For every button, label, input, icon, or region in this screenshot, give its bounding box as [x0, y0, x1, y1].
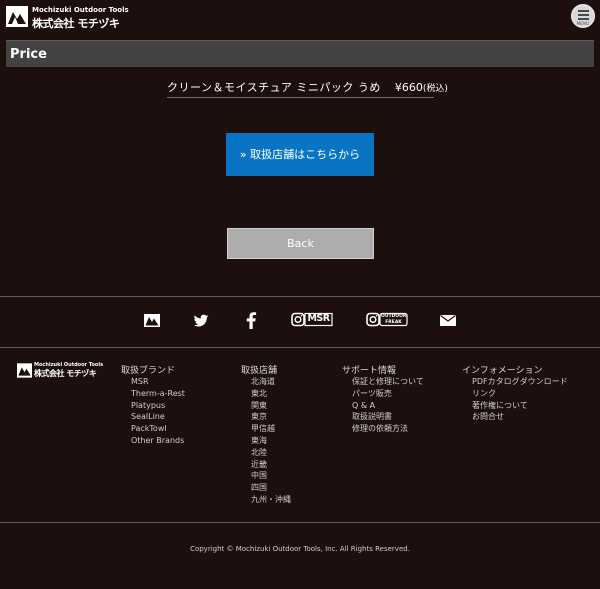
footer-link-hokuriku[interactable]: 北陸 [251, 447, 291, 459]
footer-link-kanto[interactable]: 関東 [251, 400, 291, 412]
footer-link-qa[interactable]: Q & A [352, 400, 424, 412]
logo-japanese-text: 株式会社 モチヅキ [32, 17, 120, 30]
footer-link-koshinetsu[interactable]: 甲信越 [251, 423, 291, 435]
menu-label: MENU [576, 21, 590, 26]
footer-link-tokyo[interactable]: 東京 [251, 411, 291, 423]
mail-icon[interactable] [440, 312, 456, 329]
tax-note: (税込) [422, 84, 448, 94]
msr-label: MSR [307, 313, 330, 324]
twitter-icon[interactable] [193, 312, 209, 329]
copyright-text: Copyright © Mochizuki Outdoor Tools, Inc… [190, 545, 410, 553]
find-stores-button[interactable]: » 取扱店舗はこちらから [226, 133, 374, 176]
facebook-icon[interactable] [245, 312, 257, 329]
footer-link-manuals[interactable]: 取扱説明書 [352, 411, 424, 423]
mountain-logo-icon [17, 363, 32, 378]
footer-link-pdf-catalog[interactable]: PDFカタログダウンロード [472, 376, 568, 388]
footer-logo-japanese-text: 株式会社 モチヅキ [34, 369, 97, 378]
divider [0, 347, 600, 348]
back-button[interactable]: Back [227, 228, 374, 259]
footer-link-kinki[interactable]: 近畿 [251, 459, 291, 471]
footer-list-stores: 北海道 東北 関東 東京 甲信越 東海 北陸 近畿 中国 四国 九州・沖縄 [251, 376, 291, 506]
footer-link-tokai[interactable]: 東海 [251, 435, 291, 447]
footer-list-info: PDFカタログダウンロード リンク 著作権について お問合せ [472, 376, 568, 423]
footer-link-hokkaido[interactable]: 北海道 [251, 376, 291, 388]
footer-link-packtowl[interactable]: PackTowl [131, 423, 185, 435]
instagram-outdoor-freak-icon[interactable]: OUTDOOR FREAK [366, 312, 408, 329]
footer-heading-info: インフォメーション [462, 366, 543, 376]
price-section-title: Price [6, 40, 594, 67]
footer-heading-brands: 取扱ブランド [121, 366, 176, 376]
footer-link-shikoku[interactable]: 四国 [251, 482, 291, 494]
footer-link-therm-a-rest[interactable]: Therm-a-Rest [131, 388, 185, 400]
outdoor-freak-label-bottom: FREAK [385, 320, 402, 325]
footer-list-support: 保証と修理について パーツ販売 Q & A 取扱説明書 修理の依頼方法 [352, 376, 424, 435]
hamburger-icon [578, 10, 589, 12]
footer-link-copyright-info[interactable]: 著作権について [472, 400, 568, 412]
outdoor-freak-label-top: OUTDOOR [381, 314, 407, 319]
footer-link-msr[interactable]: MSR [131, 376, 185, 388]
footer-link-repair-request[interactable]: 修理の依頼方法 [352, 423, 424, 435]
divider [0, 522, 600, 523]
product-price-line: クリーン＆モイスチュア ミニパック うめ ¥660(税込) [167, 79, 448, 98]
footer-link-warranty[interactable]: 保証と修理について [352, 376, 424, 388]
footer-heading-support: サポート情報 [342, 366, 397, 376]
footer-link-parts[interactable]: パーツ販売 [352, 388, 424, 400]
product-name: クリーン＆モイスチュア ミニパック うめ [167, 81, 381, 94]
instagram-msr-icon[interactable]: MSR [291, 312, 333, 329]
menu-button[interactable]: MENU [571, 4, 595, 28]
footer-link-other-brands[interactable]: Other Brands [131, 435, 185, 447]
footer-link-links[interactable]: リンク [472, 388, 568, 400]
hamburger-icon-bar [578, 18, 589, 20]
footer-link-sealline[interactable]: SealLine [131, 411, 185, 423]
footer-link-platypus[interactable]: Platypus [131, 400, 185, 412]
logo-english-text: Mochizuki Outdoor Tools [32, 6, 129, 14]
footer-link-tohoku[interactable]: 東北 [251, 388, 291, 400]
mochizuki-logo-icon[interactable] [144, 312, 161, 329]
footer-heading-stores: 取扱店舗 [241, 366, 278, 376]
footer-link-contact[interactable]: お問合せ [472, 411, 568, 423]
divider [0, 296, 600, 297]
footer-list-brands: MSR Therm-a-Rest Platypus SealLine PackT… [131, 376, 185, 447]
product-price: ¥660 [394, 81, 423, 94]
footer-link-kyushu-okinawa[interactable]: 九州・沖縄 [251, 494, 291, 506]
hamburger-icon-bar [578, 14, 589, 16]
footer-link-chugoku[interactable]: 中国 [251, 470, 291, 482]
header-logo[interactable]: Mochizuki Outdoor Tools 株式会社 モチヅキ [6, 6, 130, 30]
footer-logo[interactable]: Mochizuki Outdoor Tools 株式会社 モチヅキ [17, 362, 103, 379]
